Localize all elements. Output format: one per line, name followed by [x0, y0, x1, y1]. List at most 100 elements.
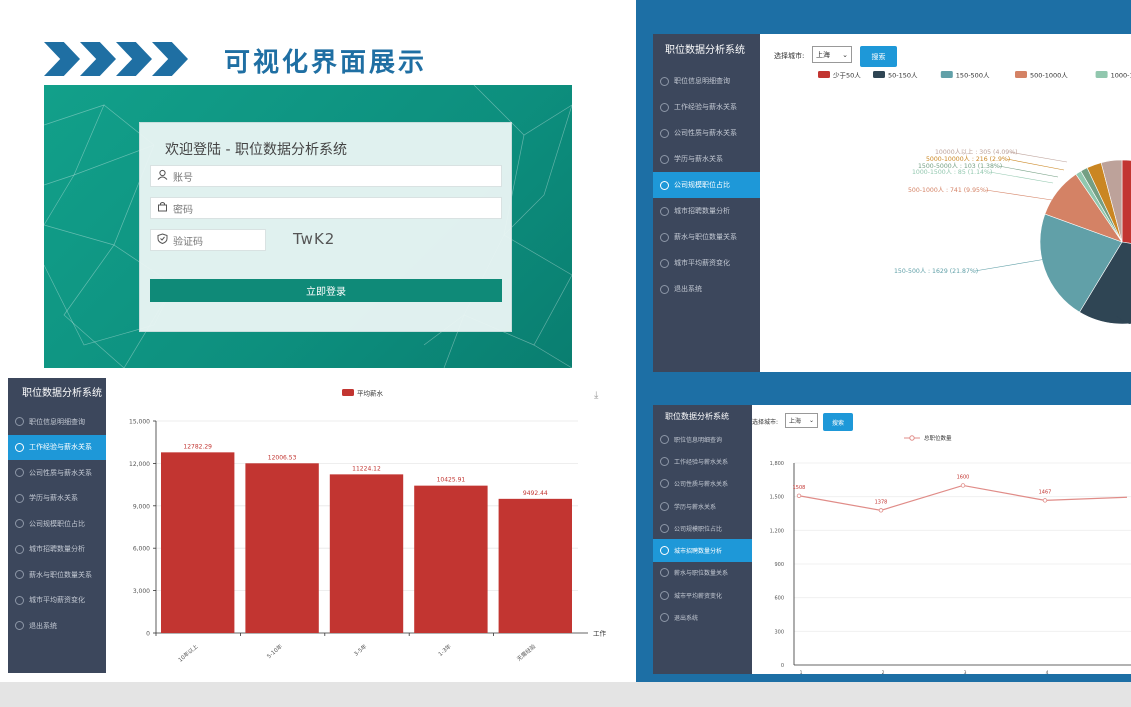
bar-dashboard: 职位数据分析系统 职位信息明细查询 工作经验与薪水关系 公司性质与薪水关系 学历与薪水… — [0, 378, 636, 682]
slice-label-line — [974, 258, 1047, 272]
y-tick-label: 9,000 — [133, 503, 150, 510]
legend-label: 50-150人 — [888, 72, 918, 80]
slice-label: 150-500人 : 1629 (21.87%) — [894, 268, 978, 275]
x-tick-label: 1 — [800, 670, 803, 674]
y-tick-label: 1,500 — [770, 495, 784, 501]
sidebar-item[interactable]: 薪水与职位数量关系 — [653, 562, 752, 584]
sidebar-item-label: 公司规模职位占比 — [674, 525, 723, 533]
sidebar-item[interactable]: 学历与薪水关系 — [8, 486, 106, 512]
slice-label: 500-1000人 : 741 (9.95%) — [908, 187, 988, 194]
legend-swatch — [873, 71, 885, 78]
line-point — [960, 483, 966, 488]
sidebar-item[interactable]: 工作经验与薪水关系 — [8, 434, 106, 460]
chevron-icon — [80, 42, 116, 76]
sidebar-item[interactable]: 公司性质与薪水关系 — [653, 120, 760, 146]
y-tick-label: 0 — [146, 631, 150, 638]
sidebar-item[interactable]: 城市平均薪资变化 — [653, 250, 760, 276]
legend-label: 少于50人 — [833, 72, 861, 80]
y-tick-label: 900 — [774, 562, 784, 568]
y-tick-label: 3,000 — [133, 588, 150, 595]
sidebar-item[interactable]: 城市招聘数量分析 — [8, 537, 106, 563]
login-background: 欢迎登陆 - 职位数据分析系统 账号 密码 验证码 TwK2 立即登录 — [44, 85, 572, 368]
y-tick-label: 12,000 — [129, 461, 150, 468]
sidebar-item-label: 退出系统 — [674, 285, 702, 293]
layers-icon — [15, 570, 24, 580]
y-tick-label: 0 — [781, 663, 784, 669]
sidebar-item[interactable]: 职位信息明细查询 — [653, 428, 752, 450]
line-dashboard: 职位数据分析系统 职位信息明细查询 工作经验与薪水关系 公司性质与薪水关系 学历与薪水… — [636, 378, 1131, 682]
layers-icon — [660, 76, 669, 86]
captcha-image[interactable]: TwK2 — [293, 230, 335, 248]
layers-icon — [15, 468, 24, 478]
sidebar-item-label: 职位信息明细查询 — [29, 417, 85, 426]
bar — [329, 474, 404, 633]
password-input[interactable]: 密码 — [150, 197, 502, 219]
sidebar-item[interactable]: 退出系统 — [8, 613, 106, 639]
sidebar-item[interactable]: 公司规模职位占比 — [8, 511, 106, 537]
login-button[interactable]: 立即登录 — [150, 279, 502, 302]
account-placeholder: 账号 — [173, 172, 193, 184]
sidebar-item[interactable]: 学历与薪水关系 — [653, 495, 752, 517]
title-panel: 可视化界面展示 欢迎登陆 - 职位数据分析系统 账号 密码 验证码 TwK2 立… — [0, 0, 636, 378]
layers-icon — [660, 546, 669, 556]
bar-value-label: 10425.91 — [437, 477, 466, 484]
captcha-input[interactable]: 验证码 — [150, 229, 266, 251]
layers-icon — [15, 621, 24, 631]
sidebar-item[interactable]: 职位信息明细查询 — [8, 409, 106, 435]
layers-icon — [660, 479, 669, 489]
sidebar-item[interactable]: 公司规模职位占比 — [653, 172, 760, 198]
sidebar-item[interactable]: 退出系统 — [653, 606, 752, 628]
sidebar-item[interactable]: 工作经验与薪水关系 — [653, 450, 752, 472]
pie-chart: 少于50人 50-150人 150-500人 500-1000人 1000-1500人 1… — [818, 71, 1131, 326]
slice-label-line — [989, 171, 1054, 184]
layers-icon — [15, 417, 24, 427]
point-value-label: 1508 — [793, 485, 806, 491]
sidebar-item[interactable]: 公司性质与薪水关系 — [8, 460, 106, 486]
screenshot-collage: 可视化界面展示 欢迎登陆 - 职位数据分析系统 账号 密码 验证码 TwK2 立… — [0, 0, 1131, 707]
sidebar-item[interactable]: 工作经验与薪水关系 — [653, 94, 760, 120]
download-icon[interactable]: ⤓ — [594, 390, 598, 401]
chevron-icon — [44, 42, 80, 76]
point-value-label: 1378 — [875, 499, 888, 505]
sidebar-item[interactable]: 薪水与职位数量关系 — [653, 224, 760, 250]
sidebar-item-label: 退出系统 — [29, 621, 57, 630]
sidebar-item-label: 退出系统 — [674, 615, 699, 623]
password-placeholder: 密码 — [173, 204, 193, 216]
sidebar-item-label: 职位信息明细查询 — [674, 77, 730, 85]
account-input[interactable]: 账号 — [150, 165, 502, 187]
sidebar-item-label: 学历与薪水关系 — [674, 503, 717, 511]
legend-swatch — [1015, 71, 1027, 78]
line-chart: 总职位数量 0 300 600 900 1,200 1,500 1,800 1508 1 1378 2… — [770, 434, 1131, 674]
layers-icon — [660, 206, 669, 216]
sidebar-item[interactable]: 薪水与职位数量关系 — [8, 562, 106, 588]
sidebar-item-label: 工作经验与薪水关系 — [674, 103, 737, 111]
main-content: 选择城市: 上海 ⌄ 搜索 少于50人 50-150人 150-500人 500-10… — [760, 34, 1131, 372]
layers-icon — [15, 442, 24, 452]
layers-icon — [660, 568, 669, 578]
sidebar-item-label: 城市平均薪资变化 — [29, 596, 85, 605]
sidebar-item[interactable]: 城市平均薪资变化 — [8, 588, 106, 614]
sidebar-item-label: 城市招聘数量分析 — [29, 545, 85, 554]
sidebar-item[interactable]: 公司规模职位占比 — [653, 517, 752, 539]
sidebar-nav: 职位信息明细查询工作经验与薪水关系 公司性质与薪水关系 学历与薪水关系 公司规模职位占… — [8, 409, 106, 639]
y-tick-label: 1,200 — [770, 528, 784, 534]
sidebar-item[interactable]: 城市招聘数量分析 — [653, 539, 752, 562]
layers-icon — [660, 232, 669, 242]
legend-swatch — [818, 71, 830, 78]
layers-icon — [15, 595, 24, 605]
login-form: 欢迎登陆 - 职位数据分析系统 账号 密码 验证码 TwK2 立即登录 — [139, 122, 512, 332]
sidebar-item[interactable]: 退出系统 — [653, 276, 760, 302]
sidebar-item[interactable]: 学历与薪水关系 — [653, 146, 760, 172]
y-tick-label: 6,000 — [133, 546, 150, 553]
sidebar-item[interactable]: 城市平均薪资变化 — [653, 584, 752, 606]
layers-icon — [660, 613, 669, 623]
x-tick-label: 2 — [882, 670, 885, 674]
sidebar-item[interactable]: 职位信息明细查询 — [653, 68, 760, 94]
pie-dashboard: 职位数据分析系统 职位信息明细查询 工作经验与薪水关系 公司性质与薪水关系 学历与薪水… — [636, 0, 1131, 378]
sidebar-item[interactable]: 城市招聘数量分析 — [653, 198, 760, 224]
layers-icon — [660, 154, 669, 164]
bar-value-label: 11224.12 — [352, 465, 381, 472]
layers-icon — [15, 519, 24, 529]
line-point — [796, 493, 802, 498]
sidebar-item[interactable]: 公司性质与薪水关系 — [653, 473, 752, 495]
